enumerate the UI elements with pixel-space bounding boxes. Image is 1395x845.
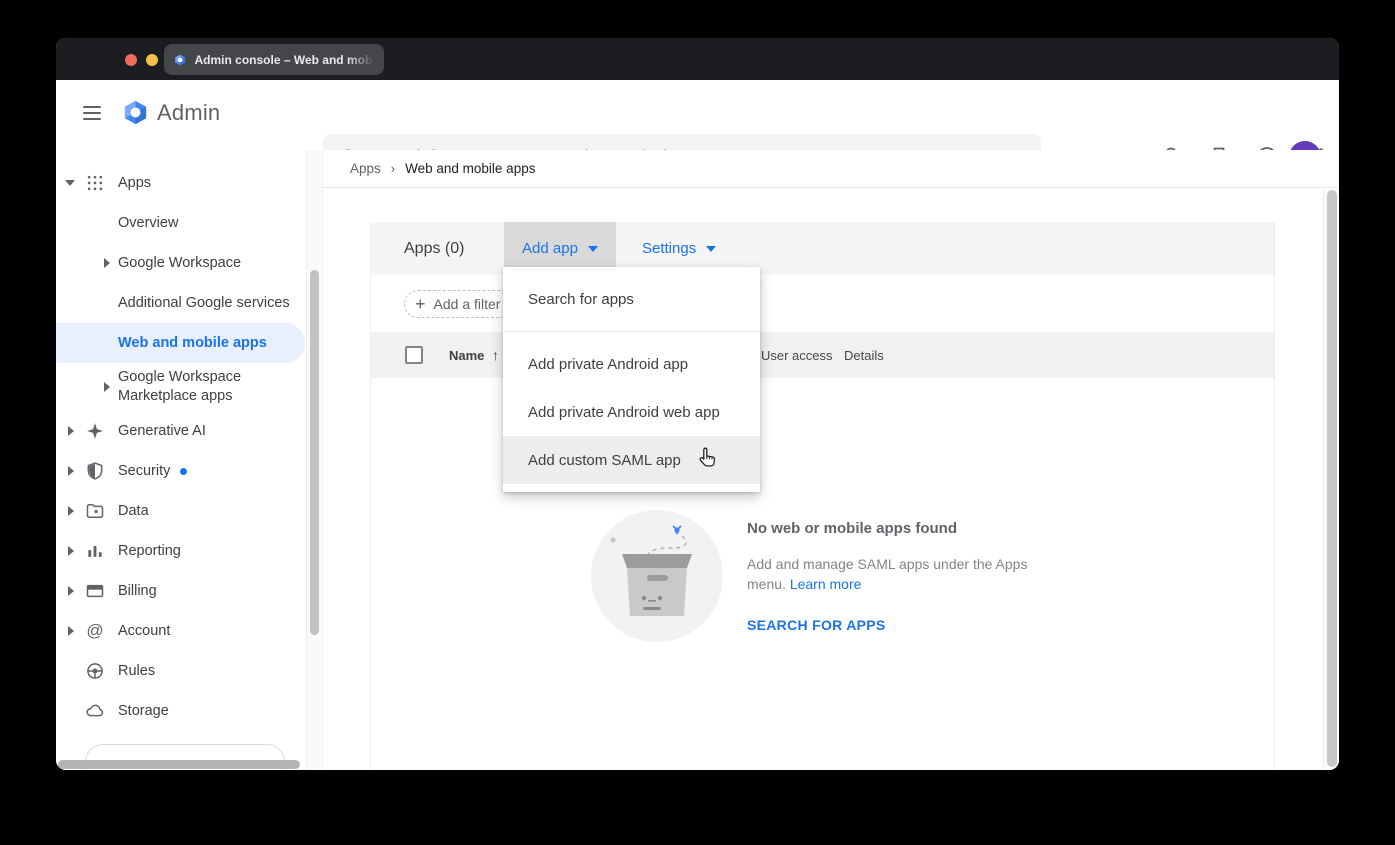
sidebar-item-google-workspace[interactable]: Google Workspace — [56, 243, 322, 283]
menu-item-add-custom-saml-app[interactable]: Add custom SAML app — [503, 436, 760, 484]
app-header: Admin ? — [56, 80, 1339, 150]
sidebar-item-web-and-mobile-apps[interactable]: Web and mobile apps — [56, 323, 305, 363]
sidebar-item-label: Rules — [118, 662, 294, 681]
caret-down-icon — [706, 246, 716, 252]
minimize-window-button[interactable] — [146, 54, 158, 66]
chevron-right-icon — [68, 586, 74, 596]
menu-divider — [503, 331, 760, 332]
sidebar-item-reporting[interactable]: Reporting — [56, 531, 322, 571]
chevron-right-icon — [104, 382, 110, 392]
admin-favicon-icon — [174, 53, 187, 67]
folder-star-icon — [85, 501, 105, 521]
chevron-right-icon — [68, 426, 74, 436]
sidebar-item-additional-google-services[interactable]: Additional Google services — [56, 283, 322, 323]
sidebar-item-label: Apps — [118, 174, 294, 193]
sidebar-item-overview[interactable]: Overview — [56, 203, 322, 243]
sidebar-item-billing[interactable]: Billing — [56, 571, 322, 611]
sidebar-horizontal-scrollbar-thumb[interactable] — [58, 760, 300, 769]
sidebar-item-label: Additional Google services — [118, 294, 294, 313]
column-header-details[interactable]: Details — [844, 348, 884, 363]
search-for-apps-link[interactable]: SEARCH FOR APPS — [747, 617, 1047, 633]
sidebar-item-label: Data — [118, 502, 294, 521]
empty-state-description: Add and manage SAML apps under the Apps … — [747, 554, 1041, 594]
sidebar-item-generative-ai[interactable]: Generative AI — [56, 411, 322, 451]
caret-down-icon — [588, 246, 598, 252]
empty-state-title: No web or mobile apps found — [747, 520, 1047, 537]
sidebar-item-account[interactable]: @ Account — [56, 611, 322, 651]
plus-icon: + — [415, 295, 426, 313]
sidebar-nav: Apps Overview Google Workspace Additiona… — [56, 150, 323, 770]
credit-card-icon — [85, 581, 105, 601]
empty-state: No web or mobile apps found Add and mana… — [747, 520, 1047, 633]
close-window-button[interactable] — [125, 54, 137, 66]
column-header-user-access[interactable]: User access — [761, 348, 833, 363]
column-header-name[interactable]: Name — [449, 348, 484, 363]
at-sign-icon: @ — [85, 621, 105, 641]
sidebar-item-label: Google Workspace — [118, 254, 294, 273]
menu-hamburger-icon[interactable] — [83, 106, 101, 120]
security-notification-dot — [180, 468, 187, 475]
sidebar-item-rules[interactable]: Rules — [56, 651, 322, 691]
chevron-right-icon — [68, 466, 74, 476]
add-app-dropdown-menu: Search for apps Add private Android app … — [503, 267, 760, 492]
chevron-right-icon — [68, 626, 74, 636]
brand[interactable]: Admin — [122, 99, 220, 126]
sidebar-item-label: Security — [118, 462, 294, 481]
sidebar-scrollbar-thumb[interactable] — [310, 270, 319, 635]
chevron-right-icon — [68, 506, 74, 516]
apps-grid-icon — [85, 173, 105, 193]
sidebar-item-gw-marketplace-apps[interactable]: Google Workspace Marketplace apps — [56, 363, 322, 411]
main-content: Apps › Web and mobile apps Apps (0) Add … — [323, 150, 1339, 770]
screen: Admin console – Web and mobile a Admin — [0, 0, 1395, 845]
browser-window: Admin console – Web and mobile a Admin — [56, 38, 1339, 770]
breadcrumb: Apps › Web and mobile apps — [323, 150, 1339, 188]
sidebar-item-security[interactable]: Security — [56, 451, 322, 491]
sidebar-item-label: Billing — [118, 582, 294, 601]
sidebar-item-label: Overview — [118, 214, 294, 233]
sparkle-icon — [85, 421, 105, 441]
select-all-checkbox[interactable] — [405, 346, 423, 364]
chevron-right-icon — [68, 546, 74, 556]
main-scrollbar-thumb[interactable] — [1327, 190, 1337, 767]
settings-label: Settings — [642, 240, 696, 257]
sidebar-item-apps[interactable]: Apps — [56, 163, 322, 203]
learn-more-link[interactable]: Learn more — [790, 576, 862, 592]
sidebar-item-label: Storage — [118, 702, 294, 721]
sidebar-item-label: Google Workspace Marketplace apps — [118, 368, 294, 406]
sidebar-item-label: Web and mobile apps — [118, 334, 277, 353]
browser-tab[interactable]: Admin console – Web and mobile a — [164, 44, 384, 75]
product-name: Admin — [157, 100, 220, 126]
bar-chart-icon — [85, 541, 105, 561]
sidebar-item-label: Account — [118, 622, 294, 641]
chevron-down-icon — [65, 180, 75, 186]
steering-wheel-icon — [85, 661, 105, 681]
menu-item-search-for-apps[interactable]: Search for apps — [503, 275, 760, 323]
apps-count-title: Apps (0) — [404, 240, 464, 258]
breadcrumb-separator: › — [391, 161, 395, 176]
chevron-right-icon — [104, 258, 110, 268]
shield-icon — [85, 461, 105, 481]
browser-titlebar: Admin console – Web and mobile a — [56, 38, 1339, 80]
empty-box-illustration — [591, 510, 723, 642]
menu-item-add-private-android-app[interactable]: Add private Android app — [503, 340, 760, 388]
main-scrollbar[interactable] — [1323, 189, 1339, 770]
breadcrumb-apps-link[interactable]: Apps — [350, 161, 381, 176]
add-app-label: Add app — [522, 240, 578, 257]
breadcrumb-current: Web and mobile apps — [405, 161, 535, 176]
sidebar-scrollbar[interactable] — [306, 150, 321, 770]
sidebar-item-label: Generative AI — [118, 422, 294, 441]
sort-ascending-icon[interactable]: ↑ — [492, 347, 499, 363]
sidebar-item-data[interactable]: Data — [56, 491, 322, 531]
sidebar-item-label: Reporting — [118, 542, 294, 561]
tab-title: Admin console – Web and mobile a — [195, 53, 375, 67]
cloud-icon — [85, 701, 105, 721]
add-filter-chip[interactable]: + Add a filter — [404, 290, 515, 318]
sidebar-item-storage[interactable]: Storage — [56, 691, 322, 731]
admin-logo-icon — [122, 99, 149, 126]
add-filter-label: Add a filter — [434, 296, 501, 312]
menu-item-add-private-android-web-app[interactable]: Add private Android web app — [503, 388, 760, 436]
